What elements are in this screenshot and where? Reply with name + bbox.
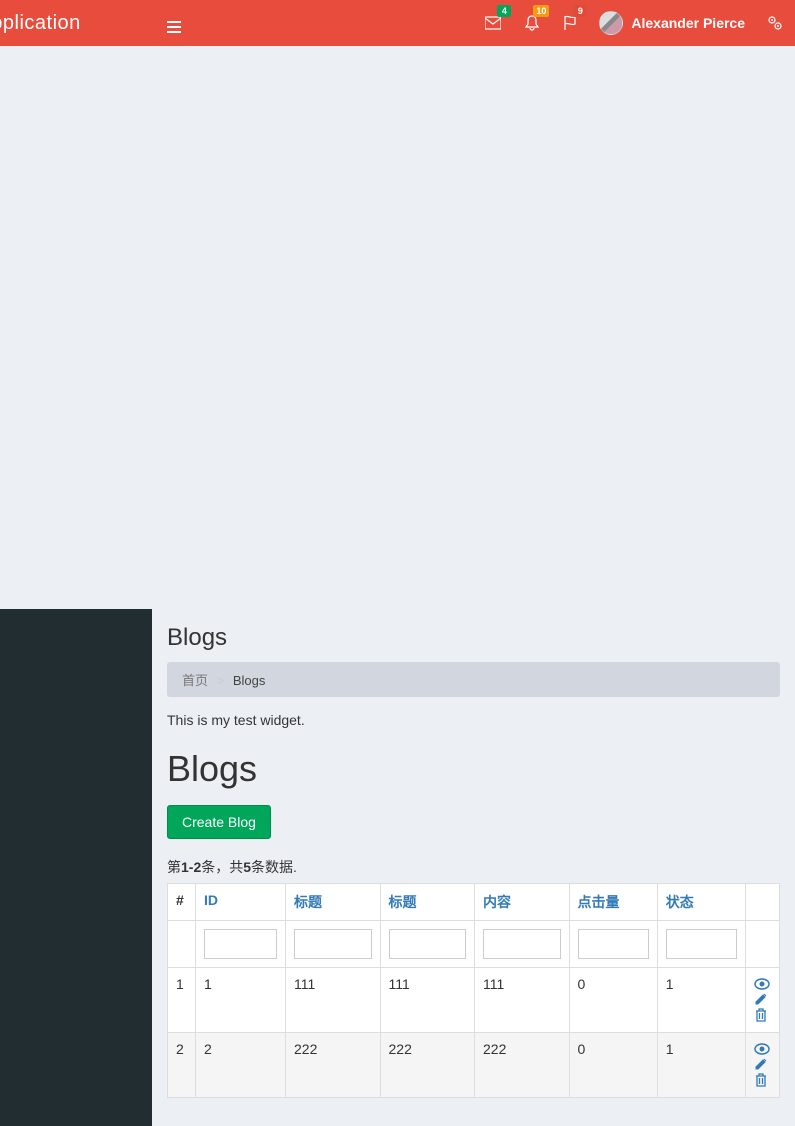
avatar	[599, 11, 623, 35]
table-row: 2222222222201	[168, 1033, 780, 1098]
user-menu[interactable]: Alexander Pierce	[589, 0, 755, 46]
th-index: #	[168, 884, 196, 921]
th-content[interactable]: 内容	[475, 884, 570, 921]
envelope-icon	[485, 16, 501, 30]
filter-title2[interactable]	[389, 929, 467, 959]
tasks-menu[interactable]: 9	[551, 0, 589, 46]
flag-icon	[563, 15, 577, 31]
row-actions	[746, 1033, 780, 1098]
th-title2[interactable]: 标题	[380, 884, 475, 921]
bars-icon	[167, 26, 181, 28]
delete-icon[interactable]	[754, 1073, 771, 1087]
notifications-badge: 10	[533, 5, 549, 17]
sidebar	[0, 609, 152, 1126]
breadcrumb-current: Blogs	[233, 673, 266, 688]
messages-badge: 4	[497, 5, 511, 17]
th-id[interactable]: ID	[196, 884, 286, 921]
notifications-menu[interactable]: 10	[513, 0, 551, 46]
user-name: Alexander Pierce	[631, 15, 745, 31]
th-status[interactable]: 状态	[657, 884, 745, 921]
tasks-badge: 9	[573, 5, 587, 17]
filter-clicks[interactable]	[578, 929, 649, 959]
edit-icon[interactable]	[754, 1057, 771, 1071]
filter-id[interactable]	[204, 929, 277, 959]
messages-menu[interactable]: 4	[473, 0, 513, 46]
create-blog-button[interactable]: Create Blog	[167, 805, 271, 839]
gears-icon	[767, 15, 783, 31]
row-actions	[746, 968, 780, 1033]
view-icon[interactable]	[754, 978, 771, 990]
view-icon[interactable]	[754, 1043, 771, 1055]
blogs-heading: Blogs	[167, 748, 780, 790]
delete-icon[interactable]	[754, 1008, 771, 1022]
th-clicks[interactable]: 点击量	[569, 884, 657, 921]
table-row: 1111111111101	[168, 968, 780, 1033]
grid-summary: 第1-2条，共5条数据.	[167, 857, 780, 877]
page-title: Blogs	[167, 624, 780, 652]
th-actions	[746, 884, 780, 921]
breadcrumb-separator: >	[217, 673, 225, 688]
breadcrumb: 首页 > Blogs	[167, 662, 780, 697]
breadcrumb-home[interactable]: 首页	[182, 673, 208, 688]
app-brand[interactable]: y Application	[0, 12, 152, 35]
filter-content[interactable]	[483, 929, 561, 959]
control-sidebar-toggle[interactable]	[755, 0, 795, 46]
edit-icon[interactable]	[754, 992, 771, 1006]
filter-title1[interactable]	[294, 929, 372, 959]
filter-status[interactable]	[666, 929, 737, 959]
sidebar-toggle[interactable]	[152, 15, 196, 31]
th-title1[interactable]: 标题	[286, 884, 381, 921]
blogs-table: # ID 标题 标题 内容 点击量 状态	[167, 883, 780, 1098]
bell-icon	[525, 15, 539, 31]
test-widget: This is my test widget.	[167, 712, 780, 728]
